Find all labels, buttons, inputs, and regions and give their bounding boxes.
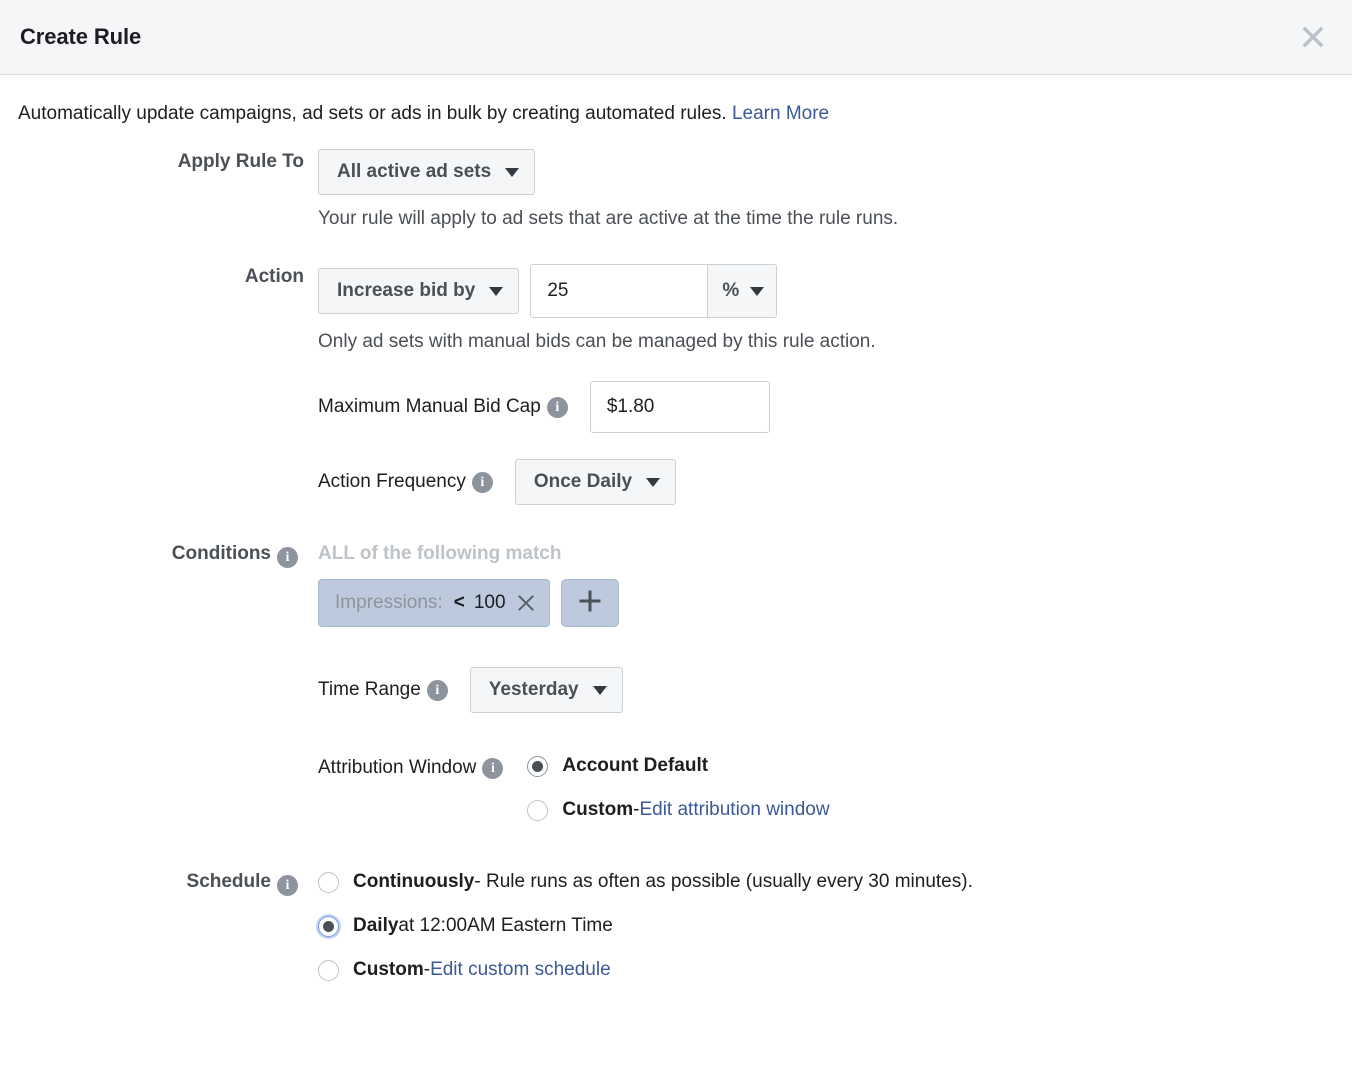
time-range-label: Time Range i bbox=[318, 677, 454, 703]
action-type-value: Increase bid by bbox=[337, 280, 475, 302]
edit-custom-schedule-link[interactable]: Edit custom schedule bbox=[430, 957, 611, 983]
attribution-option-custom[interactable]: Custom - Edit attribution window bbox=[527, 797, 829, 823]
schedule-label: Schedule i bbox=[18, 869, 318, 896]
apply-rule-to-label: Apply Rule To bbox=[18, 149, 318, 175]
time-range-value: Yesterday bbox=[489, 679, 579, 701]
schedule-option-2-label: Custom bbox=[353, 957, 424, 983]
action-frequency-label: Action Frequency i bbox=[318, 469, 499, 495]
condition-operator: < bbox=[454, 592, 465, 614]
info-icon[interactable]: i bbox=[547, 397, 568, 418]
conditions-content: ALL of the following match Impressions: … bbox=[318, 541, 1332, 627]
action-amount-group: % bbox=[530, 264, 777, 318]
chevron-down-icon bbox=[489, 287, 503, 296]
bid-cap-label: Maximum Manual Bid Cap i bbox=[318, 394, 574, 420]
apply-rule-to-value: All active ad sets bbox=[337, 161, 491, 183]
attribution-window-label-text: Attribution Window bbox=[318, 755, 476, 781]
chevron-down-icon bbox=[593, 686, 607, 695]
action-frequency-dropdown[interactable]: Once Daily bbox=[515, 459, 676, 505]
bid-cap-content: Maximum Manual Bid Cap i bbox=[318, 381, 1332, 433]
chevron-down-icon bbox=[646, 478, 660, 487]
time-range-dropdown[interactable]: Yesterday bbox=[470, 667, 623, 713]
radio-continuously[interactable] bbox=[318, 872, 339, 893]
add-condition-button[interactable] bbox=[561, 579, 619, 627]
info-icon[interactable]: i bbox=[277, 875, 298, 896]
schedule-content: Continuously - Rule runs as often as pos… bbox=[318, 869, 1332, 983]
chevron-down-icon bbox=[750, 287, 764, 296]
learn-more-link[interactable]: Learn More bbox=[732, 103, 829, 124]
intro-text: Automatically update campaigns, ad sets … bbox=[18, 101, 1332, 127]
apply-rule-to-dropdown[interactable]: All active ad sets bbox=[318, 149, 535, 195]
schedule-option-continuously[interactable]: Continuously - Rule runs as often as pos… bbox=[318, 869, 1332, 895]
action-frequency-label-text: Action Frequency bbox=[318, 469, 466, 495]
bid-cap-label-text: Maximum Manual Bid Cap bbox=[318, 394, 541, 420]
close-button[interactable] bbox=[1296, 20, 1330, 54]
dialog-body: Automatically update campaigns, ad sets … bbox=[0, 75, 1352, 983]
bid-cap-row: Maximum Manual Bid Cap i bbox=[18, 381, 1332, 433]
time-range-content: Time Range i Yesterday bbox=[318, 667, 1332, 713]
radio-account-default[interactable] bbox=[527, 756, 548, 777]
action-unit-value: % bbox=[722, 280, 739, 302]
plus-icon bbox=[577, 588, 603, 619]
attribution-option-1-label: Custom bbox=[562, 797, 633, 823]
schedule-row: Schedule i Continuously - Rule runs as of… bbox=[18, 869, 1332, 983]
schedule-option-1-description: at 12:00AM Eastern Time bbox=[398, 913, 612, 939]
time-range-label-text: Time Range bbox=[318, 677, 421, 703]
schedule-option-1-label: Daily bbox=[353, 913, 398, 939]
attribution-option-0-label: Account Default bbox=[562, 753, 708, 779]
info-icon[interactable]: i bbox=[472, 472, 493, 493]
radio-daily[interactable] bbox=[318, 916, 339, 937]
action-frequency-value: Once Daily bbox=[534, 471, 632, 493]
attribution-window-content: Attribution Window i Account Default Cus… bbox=[318, 753, 1332, 823]
apply-rule-to-row: Apply Rule To All active ad sets Your ru… bbox=[18, 149, 1332, 232]
attribution-window-label: Attribution Window i bbox=[318, 753, 509, 781]
conditions-label: Conditions i bbox=[18, 541, 318, 568]
apply-rule-to-content: All active ad sets Your rule will apply … bbox=[318, 149, 1332, 232]
dialog-header: Create Rule bbox=[0, 0, 1352, 75]
action-label: Action bbox=[18, 264, 318, 290]
conditions-tag-row: Impressions: < 100 bbox=[318, 579, 1332, 627]
action-frequency-row: Action Frequency i Once Daily bbox=[18, 459, 1332, 505]
action-content: Increase bid by % Only ad sets with manu… bbox=[318, 264, 1332, 355]
conditions-match-text: ALL of the following match bbox=[318, 541, 1332, 567]
action-unit-dropdown[interactable]: % bbox=[708, 264, 777, 318]
action-row: Action Increase bid by % Only ad sets wi… bbox=[18, 264, 1332, 355]
close-icon bbox=[1302, 26, 1324, 48]
radio-schedule-custom[interactable] bbox=[318, 960, 339, 981]
close-icon[interactable] bbox=[517, 594, 535, 612]
info-icon[interactable]: i bbox=[427, 680, 448, 701]
attribution-option-account-default[interactable]: Account Default bbox=[527, 753, 829, 779]
schedule-option-daily[interactable]: Daily at 12:00AM Eastern Time bbox=[318, 913, 1332, 939]
schedule-option-custom[interactable]: Custom - Edit custom schedule bbox=[318, 957, 1332, 983]
page-title: Create Rule bbox=[20, 24, 141, 50]
action-frequency-content: Action Frequency i Once Daily bbox=[318, 459, 1332, 505]
edit-attribution-window-link[interactable]: Edit attribution window bbox=[639, 797, 829, 823]
time-range-row: Time Range i Yesterday bbox=[18, 667, 1332, 713]
condition-tag[interactable]: Impressions: < 100 bbox=[318, 579, 550, 627]
attribution-window-row: Attribution Window i Account Default Cus… bbox=[18, 753, 1332, 823]
schedule-label-text: Schedule bbox=[187, 871, 271, 892]
conditions-row: Conditions i ALL of the following match I… bbox=[18, 541, 1332, 627]
action-type-dropdown[interactable]: Increase bid by bbox=[318, 268, 519, 314]
conditions-label-text: Conditions bbox=[172, 543, 271, 564]
chevron-down-icon bbox=[505, 168, 519, 177]
schedule-option-0-label: Continuously bbox=[353, 869, 474, 895]
apply-rule-to-hint: Your rule will apply to ad sets that are… bbox=[318, 206, 1332, 232]
radio-attribution-custom[interactable] bbox=[527, 800, 548, 821]
info-icon[interactable]: i bbox=[277, 547, 298, 568]
info-icon[interactable]: i bbox=[482, 758, 503, 779]
condition-field: Impressions: bbox=[335, 592, 443, 614]
bid-cap-input[interactable] bbox=[590, 381, 770, 433]
condition-value: 100 bbox=[474, 592, 506, 614]
schedule-option-0-description: - Rule runs as often as possible (usuall… bbox=[474, 869, 972, 895]
intro-description: Automatically update campaigns, ad sets … bbox=[18, 103, 727, 124]
action-amount-input[interactable] bbox=[530, 264, 708, 318]
action-hint: Only ad sets with manual bids can be man… bbox=[318, 329, 1332, 355]
